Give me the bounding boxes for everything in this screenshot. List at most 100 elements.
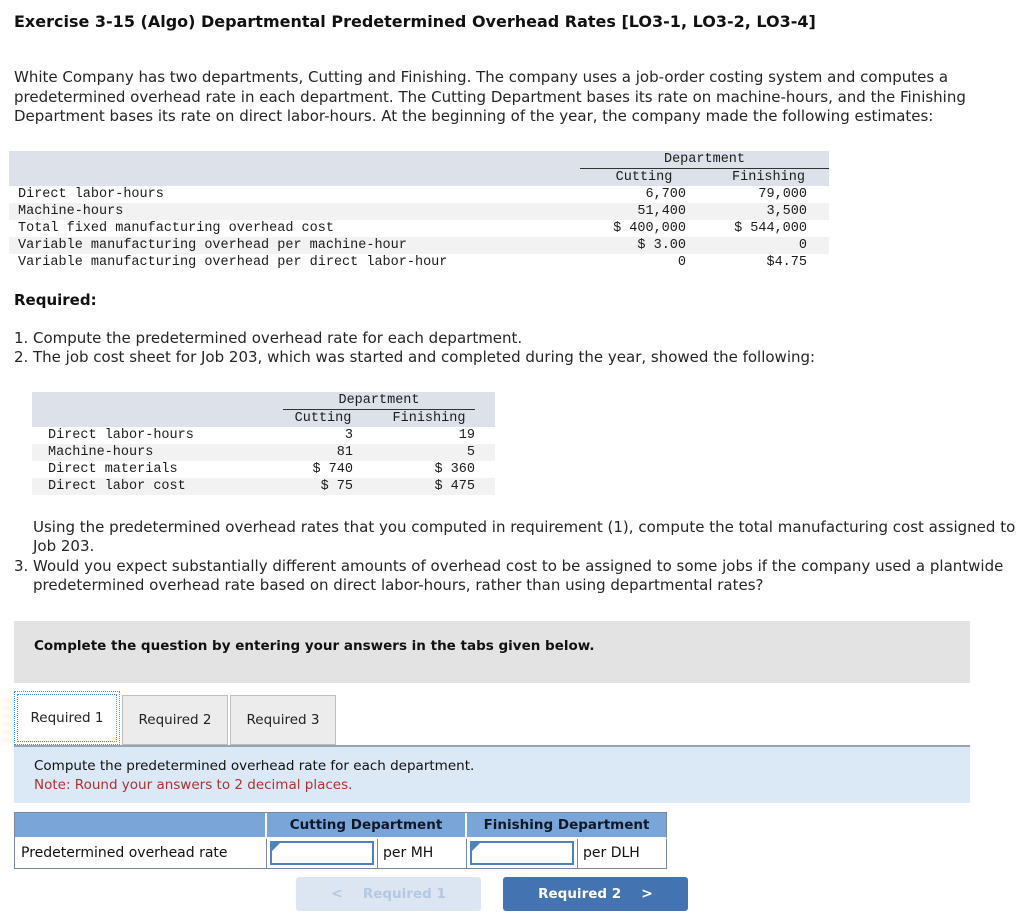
finishing-value: 19: [458, 427, 475, 443]
row-label: Total fixed manufacturing overhead cost: [18, 220, 334, 236]
nav-buttons: < Required 1 Required 2 >: [14, 876, 970, 911]
item-text-line: Would you expect substantially different…: [33, 556, 1004, 575]
item-text: Compute the predetermined overhead rate …: [33, 328, 523, 347]
chevron-left-icon: <: [331, 885, 343, 902]
table-row: Direct materials $ 740 $ 360: [32, 461, 495, 478]
finishing-rate-input-box: [470, 841, 574, 865]
finishing-input-cell: [467, 838, 578, 869]
cutting-value: $ 3.00: [580, 236, 708, 254]
row-label: Direct labor-hours: [18, 186, 164, 202]
row-label: Direct labor-hours: [48, 427, 194, 443]
cutting-rate-input[interactable]: [272, 843, 372, 863]
finishing-department-header: Finishing Department: [467, 812, 667, 839]
item-number: 2.: [14, 348, 29, 366]
job-group-header-row: Department: [32, 391, 495, 410]
table-row: Machine-hours 51,400 3,500: [9, 202, 829, 220]
job-group-header-cell: Department: [283, 391, 495, 410]
cutting-value: 0: [677, 254, 686, 270]
next-button-label: Required 2: [538, 885, 622, 902]
empty-cell: [9, 168, 580, 186]
row-label: Machine-hours: [9, 202, 580, 220]
finishing-column-header: Finishing: [708, 168, 829, 186]
table-row: Machine-hours 81 5: [32, 443, 495, 461]
empty-cell: [15, 812, 267, 839]
finishing-value: 0: [708, 236, 829, 254]
empty-cell: [9, 150, 580, 169]
intro-line: White Company has two departments, Cutti…: [14, 68, 949, 86]
estimates-column-header-row: Cutting Finishing: [9, 168, 829, 186]
cell-marker-icon: [272, 843, 280, 851]
tab-required-3[interactable]: Required 3: [230, 694, 336, 745]
estimates-group-header-cell: Department: [580, 150, 829, 169]
finishing-column-header: Finishing: [363, 409, 495, 427]
tab-content-panel: Compute the predetermined overhead rate …: [14, 744, 970, 803]
exercise-page: Exercise 3-15 (Algo) Departmental Predet…: [0, 0, 1024, 920]
intro-line: predetermined overhead rate in each depa…: [14, 87, 966, 106]
page-title: Exercise 3-15 (Algo) Departmental Predet…: [14, 12, 816, 31]
intro-paragraph: White Company has two departments, Cutti…: [14, 68, 1024, 127]
item-number: 3.: [14, 556, 29, 575]
empty-cell: [32, 409, 283, 427]
item-text-line: predetermined overhead rate based on dir…: [33, 576, 764, 594]
finishing-value: 5: [363, 443, 495, 461]
answer-row: Predetermined overhead rate per MH per D…: [15, 838, 667, 869]
cutting-input-cell: [267, 838, 378, 869]
table-row: Direct labor-hours 3 19: [32, 427, 495, 444]
job-cost-table: Department Cutting Finishing Direct labo…: [32, 391, 495, 495]
tab-required-1[interactable]: Required 1: [14, 690, 120, 745]
table-row: Variable manufacturing overhead per mach…: [9, 236, 829, 254]
table-row: Variable manufacturing overhead per dire…: [9, 254, 829, 271]
row-label: Direct materials: [48, 461, 178, 477]
row-label: Variable manufacturing overhead per mach…: [9, 236, 580, 254]
intro-line: Department bases its rate on direct labo…: [14, 107, 934, 125]
next-required-button[interactable]: Required 2 >: [503, 876, 688, 911]
cutting-value: 81: [283, 443, 363, 461]
required-list: 1. Compute the predetermined overhead ra…: [14, 329, 1024, 368]
row-label: Direct labor cost: [32, 477, 283, 495]
finishing-value: $4.75: [766, 254, 807, 270]
item-text: The job cost sheet for Job 203, which wa…: [33, 348, 816, 366]
prev-button-label: Required 1: [362, 885, 446, 902]
answer-table: Cutting Department Finishing Department …: [14, 811, 667, 869]
table-row: Total fixed manufacturing overhead cost …: [9, 220, 829, 237]
note-text: Note: Round your answers to 2 decimal pl…: [34, 776, 353, 793]
finishing-unit-label: per DLH: [578, 838, 667, 869]
cutting-value: 51,400: [580, 202, 708, 220]
continuation-line: Job 203.: [33, 537, 95, 555]
tab-required-2[interactable]: Required 2: [122, 694, 228, 745]
cutting-value: $ 740: [312, 461, 353, 477]
answer-row-label: Predetermined overhead rate: [15, 838, 267, 869]
department-group-label: Department: [283, 392, 475, 410]
table-row: Direct labor-hours 6,700 79,000: [9, 186, 829, 203]
cutting-value: $ 75: [283, 477, 363, 495]
required-tabs: Required 1 Required 2 Required 3: [14, 690, 1024, 745]
continuation-line: Using the predetermined overhead rates t…: [33, 517, 1016, 536]
answer-header-row: Cutting Department Finishing Department: [15, 812, 667, 839]
estimates-table: Department Cutting Finishing Direct labo…: [9, 150, 829, 271]
cutting-value: 6,700: [645, 186, 686, 202]
finishing-value: $ 360: [434, 461, 475, 477]
required-item-2: 2. The job cost sheet for Job 203, which…: [14, 348, 1024, 368]
prev-required-button[interactable]: < Required 1: [296, 876, 481, 911]
instruction-banner: Complete the question by entering your a…: [14, 620, 970, 683]
finishing-value: $ 475: [363, 477, 495, 495]
finishing-value: 79,000: [758, 186, 807, 202]
finishing-rate-input[interactable]: [472, 843, 572, 863]
job-column-header-row: Cutting Finishing: [32, 409, 495, 427]
table-row: Direct labor cost $ 75 $ 475: [32, 477, 495, 495]
finishing-value: $ 544,000: [734, 220, 807, 236]
item-number: 1.: [14, 328, 29, 347]
cell-marker-icon: [472, 843, 480, 851]
cutting-value: $ 400,000: [613, 220, 686, 236]
department-group-label: Department: [580, 151, 829, 169]
cutting-column-header: Cutting: [283, 409, 363, 427]
cutting-unit-label: per MH: [378, 838, 467, 869]
cutting-rate-input-box: [270, 841, 374, 865]
finishing-value: 3,500: [708, 202, 829, 220]
row-label: Variable manufacturing overhead per dire…: [18, 254, 448, 270]
required-heading: Required:: [14, 290, 97, 309]
item2-continuation: Using the predetermined overhead rates t…: [33, 518, 1024, 557]
required-item-1: 1. Compute the predetermined overhead ra…: [14, 329, 1024, 349]
cutting-department-header: Cutting Department: [267, 812, 467, 839]
estimates-group-header-row: Department: [9, 150, 829, 169]
